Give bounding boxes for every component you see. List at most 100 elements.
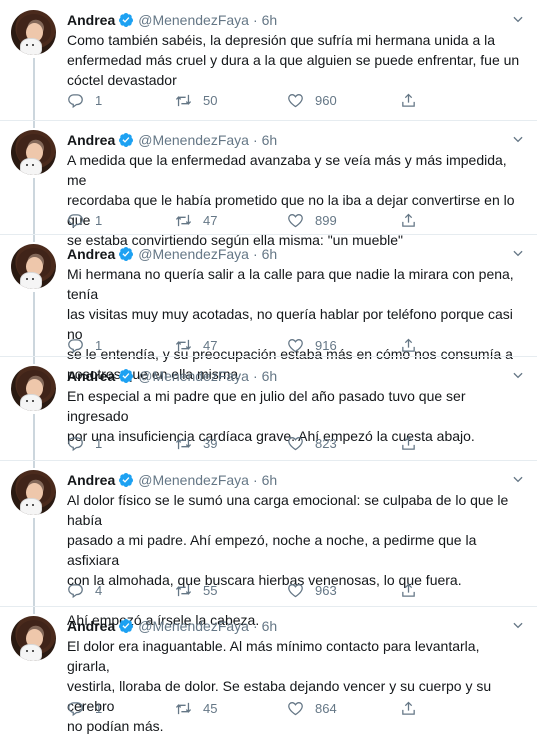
chevron-down-icon[interactable]: [511, 618, 525, 632]
tweet-thread: Andrea @MenendezFaya · 6h Como también s…: [0, 0, 537, 734]
tweet[interactable]: Andrea @MenendezFaya · 6h En especial a …: [0, 356, 537, 468]
user-handle[interactable]: @MenendezFaya: [138, 618, 249, 634]
display-name[interactable]: Andrea: [67, 368, 115, 384]
like-count: 899: [315, 212, 337, 228]
retweet-button[interactable]: 45: [175, 698, 217, 718]
user-handle[interactable]: @MenendezFaya: [138, 246, 249, 262]
like-button[interactable]: 916: [287, 335, 337, 355]
retweet-count: 50: [203, 92, 218, 108]
retweet-button[interactable]: 47: [175, 335, 217, 355]
reply-button[interactable]: 1: [67, 210, 102, 230]
user-handle[interactable]: @MenendezFaya: [138, 472, 249, 488]
retweet-count: 47: [203, 212, 218, 228]
display-name[interactable]: Andrea: [67, 618, 115, 634]
user-handle[interactable]: @MenendezFaya: [138, 132, 249, 148]
display-name[interactable]: Andrea: [67, 132, 115, 148]
share-button[interactable]: [400, 580, 417, 600]
thread-line: [33, 58, 35, 128]
tweet[interactable]: Andrea @MenendezFaya · 6h Como también s…: [0, 0, 537, 128]
like-count: 963: [315, 582, 337, 598]
reply-button[interactable]: 1: [67, 698, 102, 718]
tweet[interactable]: Andrea @MenendezFaya · 6h El dolor era i…: [0, 606, 537, 734]
heart-icon: [288, 583, 303, 597]
retweet-icon: [175, 94, 192, 106]
verified-badge-icon: [119, 473, 134, 487]
chevron-down-icon[interactable]: [511, 132, 525, 146]
like-button[interactable]: 823: [287, 433, 337, 453]
heart-icon: [288, 338, 303, 352]
chevron-down-icon[interactable]: [511, 368, 525, 382]
display-name[interactable]: Andrea: [67, 472, 115, 488]
verified-badge-icon: [119, 247, 134, 261]
reply-button[interactable]: 1: [67, 433, 102, 453]
tweet-actions: 1 39 823: [67, 433, 467, 453]
timestamp[interactable]: 6h: [262, 12, 278, 28]
avatar[interactable]: [11, 130, 56, 175]
thread-line: [33, 292, 35, 364]
retweet-button[interactable]: 47: [175, 210, 217, 230]
share-button[interactable]: [400, 210, 417, 230]
like-button[interactable]: 899: [287, 210, 337, 230]
tweet[interactable]: Andrea @MenendezFaya · 6h Mi hermana no …: [0, 234, 537, 382]
retweet-button[interactable]: 50: [175, 90, 217, 110]
retweet-button[interactable]: 39: [175, 433, 217, 453]
share-icon: [402, 436, 415, 450]
verified-badge-icon: [119, 369, 134, 383]
tweet[interactable]: Andrea @MenendezFaya · 6h Al dolor físic…: [0, 460, 537, 628]
reply-icon: [68, 583, 83, 598]
avatar[interactable]: [11, 244, 56, 289]
reply-button[interactable]: 1: [67, 90, 102, 110]
avatar[interactable]: [11, 616, 56, 661]
like-button[interactable]: 960: [287, 90, 337, 110]
separator-dot: ·: [252, 132, 258, 148]
share-button[interactable]: [400, 90, 417, 110]
reply-count: 1: [95, 700, 103, 716]
heart-icon: [288, 213, 303, 227]
display-name[interactable]: Andrea: [67, 12, 115, 28]
verified-badge-icon: [119, 13, 134, 27]
share-button[interactable]: [400, 698, 417, 718]
tweet-text: Como también sabéis, la depresión que su…: [67, 32, 520, 88]
tweet-actions: 1 50 960: [67, 90, 467, 110]
timestamp[interactable]: 6h: [262, 246, 278, 262]
reply-button[interactable]: 1: [67, 335, 102, 355]
tweet-header: Andrea @MenendezFaya · 6h: [67, 366, 277, 386]
verified-badge-icon: [119, 133, 134, 147]
chevron-down-icon[interactable]: [511, 12, 525, 26]
retweet-icon: [175, 702, 192, 714]
tweet-actions: 4 55 963: [67, 580, 467, 600]
timestamp[interactable]: 6h: [262, 472, 278, 488]
like-count: 864: [315, 700, 337, 716]
display-name[interactable]: Andrea: [67, 246, 115, 262]
tweet-actions: 1 45 864: [67, 698, 467, 718]
share-button[interactable]: [400, 335, 417, 355]
heart-icon: [288, 93, 303, 107]
reply-button[interactable]: 4: [67, 580, 102, 600]
chevron-down-icon[interactable]: [511, 472, 525, 486]
retweet-icon: [175, 339, 192, 351]
avatar[interactable]: [11, 366, 56, 411]
like-button[interactable]: 864: [287, 698, 337, 718]
like-button[interactable]: 963: [287, 580, 337, 600]
timestamp[interactable]: 6h: [262, 132, 278, 148]
user-handle[interactable]: @MenendezFaya: [138, 12, 249, 28]
timestamp[interactable]: 6h: [262, 618, 278, 634]
chevron-down-icon[interactable]: [511, 246, 525, 260]
retweet-icon: [175, 584, 192, 596]
share-button[interactable]: [400, 433, 417, 453]
heart-icon: [288, 701, 303, 715]
like-count: 960: [315, 92, 337, 108]
avatar[interactable]: [11, 470, 56, 515]
separator-dot: ·: [252, 12, 258, 28]
separator-dot: ·: [252, 472, 258, 488]
thread-line: [33, 518, 35, 614]
tweet[interactable]: Andrea @MenendezFaya · 6h A medida que l…: [0, 120, 537, 248]
tweet-header: Andrea @MenendezFaya · 6h: [67, 130, 277, 150]
share-icon: [402, 93, 415, 107]
avatar[interactable]: [11, 10, 56, 55]
share-icon: [402, 583, 415, 597]
retweet-button[interactable]: 55: [175, 580, 217, 600]
user-handle[interactable]: @MenendezFaya: [138, 368, 249, 384]
tweet-actions: 1 47 916: [67, 335, 467, 355]
timestamp[interactable]: 6h: [262, 368, 278, 384]
